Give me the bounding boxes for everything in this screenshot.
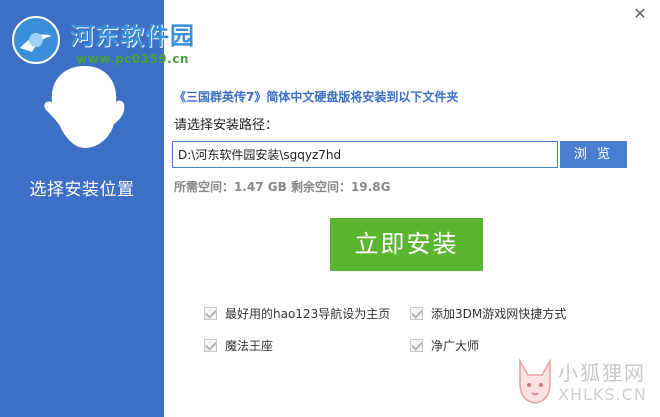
checkbox[interactable] <box>410 307 423 320</box>
install-path-input[interactable] <box>172 141 558 168</box>
checkbox[interactable] <box>204 307 217 320</box>
path-label: 请选择安装路径： <box>174 118 279 133</box>
checkbox[interactable] <box>410 339 423 352</box>
corner-logo-en: XHLKS.CN <box>558 385 647 404</box>
option-hao123[interactable]: 最好用的hao123导航设为主页 <box>204 305 390 322</box>
option-label: 最好用的hao123导航设为主页 <box>225 307 391 321</box>
install-now-button[interactable]: 立即安装 <box>330 218 483 271</box>
fox-logo-icon <box>519 358 551 404</box>
option-label: 添加3DM游戏网快捷方式 <box>431 307 567 321</box>
option-label: 魔法王座 <box>225 339 274 353</box>
checkbox[interactable] <box>204 339 217 352</box>
option-jingguang[interactable]: 净广大师 <box>410 337 479 354</box>
corner-logo-cn: 小狐狸网 <box>558 361 646 385</box>
option-magic-throne[interactable]: 魔法王座 <box>204 337 273 354</box>
option-3dm-shortcut[interactable]: 添加3DM游戏网快捷方式 <box>410 305 566 322</box>
option-label: 净广大师 <box>431 339 480 353</box>
watermark-logo-icon <box>12 16 60 64</box>
mascot-icon <box>44 66 125 148</box>
corner-watermark: 小狐狸网 XHLKS.CN <box>514 353 654 413</box>
install-note: 《三国群英传7》简体中文硬盘版将安装到以下文件夹 <box>174 90 459 104</box>
space-info: 所需空间：1.47 GB 剩余空间：19.8G <box>174 180 391 194</box>
sidebar-title: 选择安装位置 <box>29 180 135 200</box>
browse-button[interactable]: 浏 览 <box>560 141 627 168</box>
